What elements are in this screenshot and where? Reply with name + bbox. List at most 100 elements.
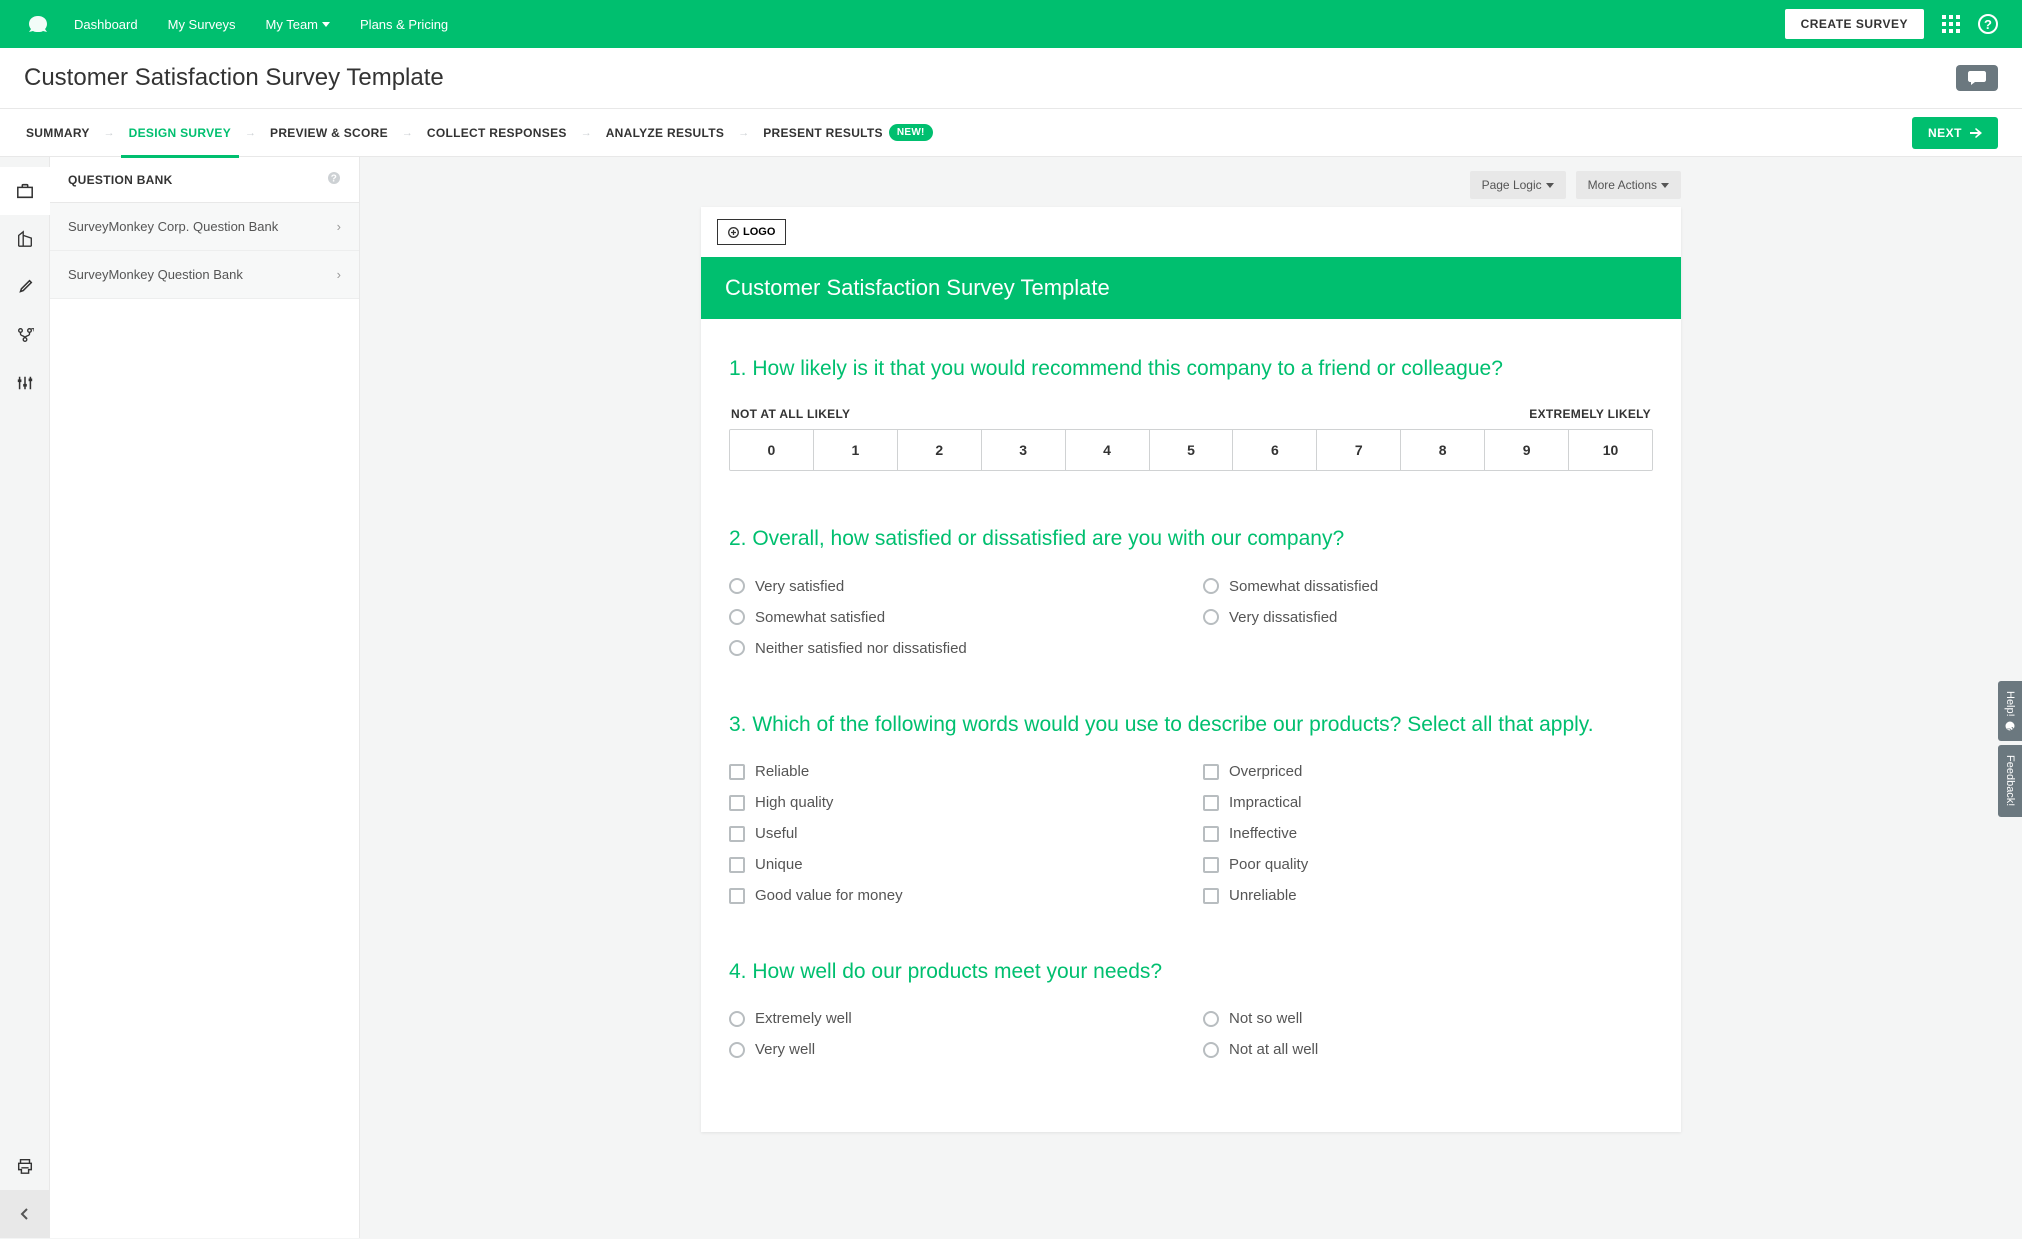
nps-cell-1[interactable]: 1 (814, 430, 898, 470)
nps-cell-3[interactable]: 3 (982, 430, 1066, 470)
comments-button[interactable] (1956, 65, 1998, 91)
panel-help-icon[interactable]: ? (327, 171, 341, 188)
option-row[interactable]: Very dissatisfied (1203, 609, 1653, 626)
option-column: Overpriced Impractical Ineffective Poor qua… (1203, 763, 1653, 904)
option-row[interactable]: Poor quality (1203, 856, 1653, 873)
option-row[interactable]: Very well (729, 1041, 1179, 1058)
option-row[interactable]: Overpriced (1203, 763, 1653, 780)
nps-labels: NOT AT ALL LIKELYEXTREMELY LIKELY (729, 407, 1653, 421)
next-button[interactable]: NEXT (1912, 117, 1998, 149)
nps-cell-8[interactable]: 8 (1401, 430, 1485, 470)
nps-cell-7[interactable]: 7 (1317, 430, 1401, 470)
nps-cell-6[interactable]: 6 (1233, 430, 1317, 470)
nav-my-team[interactable]: My Team (266, 17, 331, 32)
option-row[interactable]: Neither satisfied nor dissatisfied (729, 640, 1179, 657)
more-actions-button[interactable]: More Actions (1576, 171, 1681, 199)
create-survey-button[interactable]: CREATE SURVEY (1785, 9, 1924, 39)
checkbox-input[interactable] (1203, 888, 1219, 904)
chevron-left-icon (19, 1208, 31, 1220)
option-row[interactable]: Unreliable (1203, 887, 1653, 904)
rail-collapse[interactable] (0, 1190, 50, 1238)
option-row[interactable]: Somewhat satisfied (729, 609, 1179, 626)
nps-cell-2[interactable]: 2 (898, 430, 982, 470)
option-row[interactable]: Not at all well (1203, 1041, 1653, 1058)
step-analyze-results[interactable]: ANALYZE RESULTS (604, 109, 727, 157)
checkbox-input[interactable] (1203, 857, 1219, 873)
question-title[interactable]: 3. Which of the following words would yo… (729, 711, 1653, 739)
radio-input[interactable] (1203, 1011, 1219, 1027)
rail-builder[interactable] (0, 215, 50, 263)
option-label: Neither satisfied nor dissatisfied (755, 640, 967, 657)
rail-logic[interactable] (0, 311, 50, 359)
option-label: Not so well (1229, 1010, 1302, 1027)
option-row[interactable]: Extremely well (729, 1010, 1179, 1027)
checkbox-input[interactable] (729, 888, 745, 904)
nps-cell-5[interactable]: 5 (1150, 430, 1234, 470)
survey-title[interactable]: Customer Satisfaction Survey Template (701, 257, 1681, 319)
radio-input[interactable] (1203, 609, 1219, 625)
option-row[interactable]: Reliable (729, 763, 1179, 780)
apps-grid-button[interactable] (1942, 15, 1960, 33)
option-row[interactable]: Useful (729, 825, 1179, 842)
question-circle-icon: ? (327, 171, 341, 185)
nps-cell-10[interactable]: 10 (1569, 430, 1652, 470)
option-row[interactable]: Unique (729, 856, 1179, 873)
grid-icon (1942, 15, 1960, 33)
step-preview-score[interactable]: PREVIEW & SCORE (268, 109, 390, 157)
option-row[interactable]: Ineffective (1203, 825, 1653, 842)
panel-row-corp[interactable]: SurveyMonkey Corp. Question Bank › (50, 203, 359, 251)
radio-input[interactable] (1203, 578, 1219, 594)
rail-question-bank[interactable] (0, 167, 50, 215)
checkbox-input[interactable] (1203, 795, 1219, 811)
checkbox-input[interactable] (729, 826, 745, 842)
option-row[interactable]: Somewhat dissatisfied (1203, 578, 1653, 595)
rail-print[interactable] (0, 1142, 50, 1190)
radio-input[interactable] (729, 1011, 745, 1027)
nav-my-surveys[interactable]: My Surveys (168, 17, 236, 32)
nav-dashboard[interactable]: Dashboard (74, 17, 138, 32)
step-design-survey[interactable]: DESIGN SURVEY (127, 109, 233, 157)
logo[interactable] (24, 14, 52, 34)
add-logo-button[interactable]: LOGO (717, 219, 786, 245)
radio-input[interactable] (729, 578, 745, 594)
panel-row-label: SurveyMonkey Corp. Question Bank (68, 219, 278, 234)
arrow-right-icon (1970, 128, 1982, 138)
radio-input[interactable] (729, 640, 745, 656)
svg-text:?: ? (2006, 727, 2015, 731)
option-row[interactable]: Impractical (1203, 794, 1653, 811)
option-row[interactable]: Very satisfied (729, 578, 1179, 595)
step-collect-responses[interactable]: COLLECT RESPONSES (425, 109, 569, 157)
question-title[interactable]: 2. Overall, how satisfied or dissatisfie… (729, 525, 1653, 553)
canvas-area[interactable]: Page Logic More Actions LOGO Customer Sa… (360, 157, 2022, 1238)
step-summary[interactable]: SUMMARY (24, 109, 92, 157)
step-present-results[interactable]: PRESENT RESULTS NEW! (761, 109, 935, 157)
checkbox-input[interactable] (1203, 764, 1219, 780)
option-row[interactable]: Good value for money (729, 887, 1179, 904)
checkbox-input[interactable] (1203, 826, 1219, 842)
rail-options[interactable] (0, 359, 50, 407)
nps-cell-9[interactable]: 9 (1485, 430, 1569, 470)
question-title[interactable]: 1. How likely is it that you would recom… (729, 355, 1653, 383)
option-row[interactable]: Not so well (1203, 1010, 1653, 1027)
radio-input[interactable] (1203, 1042, 1219, 1058)
option-label: Ineffective (1229, 825, 1297, 842)
checkbox-input[interactable] (729, 764, 745, 780)
question-circle-icon: ? (2005, 721, 2015, 731)
nav-plans-pricing[interactable]: Plans & Pricing (360, 17, 448, 32)
nps-cell-0[interactable]: 0 (730, 430, 814, 470)
radio-input[interactable] (729, 609, 745, 625)
radio-input[interactable] (729, 1042, 745, 1058)
checkbox-input[interactable] (729, 857, 745, 873)
panel-row-sm[interactable]: SurveyMonkey Question Bank › (50, 251, 359, 299)
option-label: Unreliable (1229, 887, 1297, 904)
feedback-tab[interactable]: Feedback! (1998, 745, 2022, 816)
rail-style[interactable] (0, 263, 50, 311)
checkbox-input[interactable] (729, 795, 745, 811)
question-title[interactable]: 4. How well do our products meet your ne… (729, 958, 1653, 986)
page-logic-button[interactable]: Page Logic (1470, 171, 1566, 199)
option-row[interactable]: High quality (729, 794, 1179, 811)
help-tab[interactable]: Help! ? (1998, 681, 2022, 741)
canvas-inner: Page Logic More Actions LOGO Customer Sa… (681, 157, 1701, 1192)
help-button[interactable]: ? (1978, 14, 1998, 34)
nps-cell-4[interactable]: 4 (1066, 430, 1150, 470)
